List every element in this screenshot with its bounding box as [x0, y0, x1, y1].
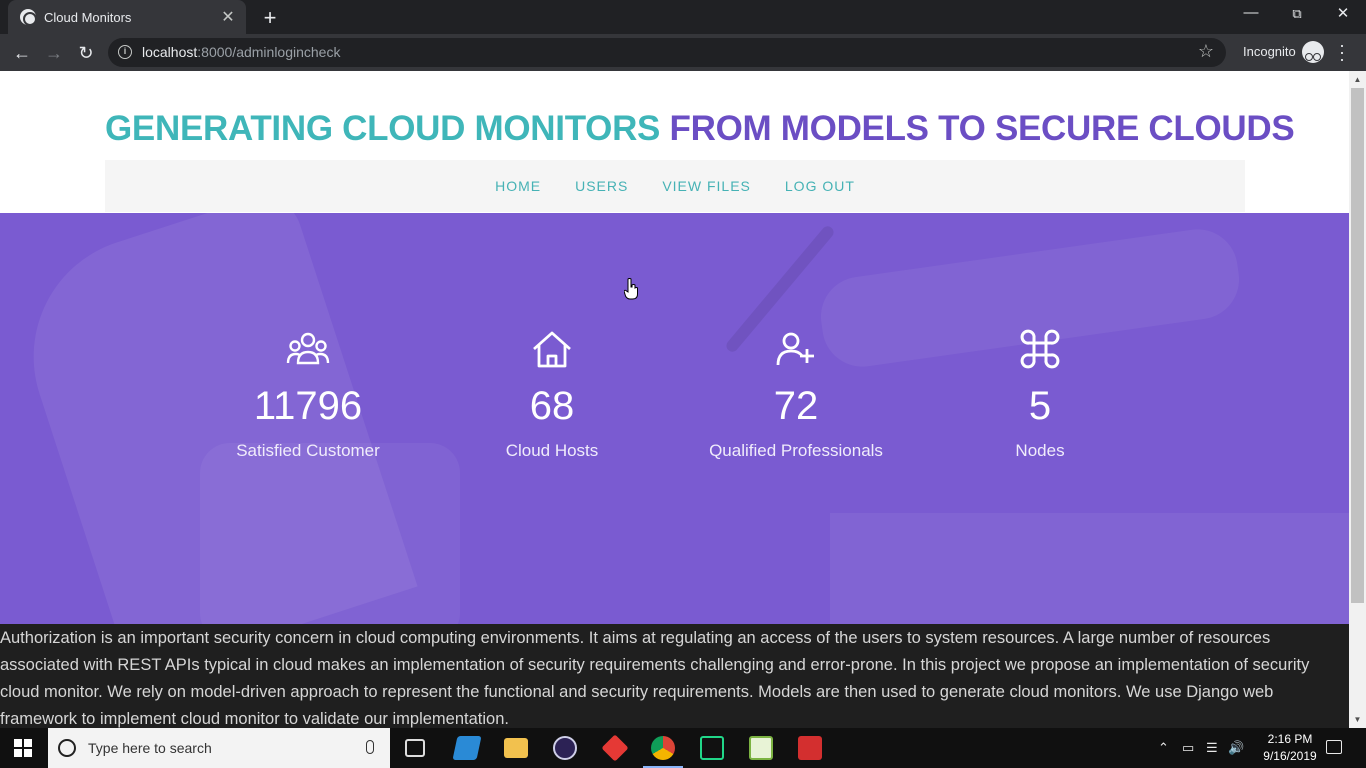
command-icon: [1020, 329, 1060, 369]
browser-tab-bar: Cloud Monitors ✕ + — ⧉ ✕: [0, 0, 1366, 34]
battery-icon[interactable]: ▭: [1182, 740, 1194, 756]
page-scrollbar[interactable]: ▲ ▼: [1349, 71, 1366, 728]
windows-start-icon[interactable]: [14, 739, 32, 757]
restore-icon[interactable]: ⧉: [1282, 6, 1312, 22]
stat-label: Nodes: [1015, 441, 1065, 460]
search-placeholder: Type here to search: [88, 740, 212, 756]
star-icon[interactable]: ☆: [1198, 41, 1214, 62]
main-nav: HOME USERS VIEW FILES LOG OUT: [105, 160, 1245, 212]
about-text: Authorization is an important security c…: [0, 629, 1310, 728]
stat-value: 5: [1028, 384, 1052, 428]
task-view-icon[interactable]: [405, 739, 425, 757]
stat-label: Cloud Hosts: [505, 441, 599, 460]
pycharm-icon[interactable]: [700, 736, 724, 760]
stat-qualified-professionals: 72 Qualified Professionals: [676, 329, 916, 461]
taskbar-search[interactable]: Type here to search: [48, 728, 390, 768]
vscode-icon[interactable]: [452, 736, 482, 760]
browser-toolbar: ← → ↻ i localhost:8000/adminlogincheck ☆…: [0, 34, 1366, 71]
forward-icon[interactable]: →: [42, 41, 66, 65]
background-photo-shape: [830, 513, 1349, 624]
stat-cloud-hosts: 68 Cloud Hosts: [432, 329, 672, 461]
git-icon[interactable]: [601, 734, 629, 762]
address-bar[interactable]: i localhost:8000/adminlogincheck ☆: [108, 38, 1226, 67]
microphone-icon[interactable]: [366, 740, 374, 754]
stat-label: Satisfied Customer: [236, 441, 380, 460]
nav-log-out[interactable]: LOG OUT: [785, 178, 855, 194]
acrobat-icon[interactable]: [798, 736, 822, 760]
incognito-label: Incognito: [1243, 44, 1296, 59]
stat-value: 72: [773, 384, 819, 428]
menu-icon[interactable]: · · ·: [1336, 36, 1348, 68]
background-photo-shape: [200, 443, 460, 624]
tab-title: Cloud Monitors: [44, 9, 132, 25]
hand-cursor-icon: [624, 278, 638, 300]
nav-home[interactable]: HOME: [495, 178, 541, 194]
info-icon[interactable]: i: [118, 45, 132, 59]
url-path: :8000/adminlogincheck: [197, 44, 341, 60]
stats-hero: 11796 Satisfied Customer 68 Cloud Hosts: [0, 213, 1349, 624]
about-section: Authorization is an important security c…: [0, 624, 1349, 728]
stat-label: Qualified Professionals: [709, 441, 883, 460]
volume-icon[interactable]: 🔊: [1228, 740, 1244, 756]
window-close-icon[interactable]: ✕: [1328, 4, 1358, 22]
close-tab-icon[interactable]: ✕: [220, 7, 236, 27]
back-icon[interactable]: ←: [10, 41, 34, 65]
stat-value: 11796: [253, 384, 363, 428]
browser-tab[interactable]: Cloud Monitors ✕: [8, 0, 246, 34]
new-tab-button[interactable]: +: [258, 5, 282, 31]
users-group-icon: [286, 332, 330, 365]
url-text[interactable]: localhost:8000/adminlogincheck: [142, 44, 340, 60]
reload-icon[interactable]: ↻: [74, 41, 98, 65]
scroll-up-icon[interactable]: ▲: [1349, 71, 1366, 88]
stat-satisfied-customer: 11796 Satisfied Customer: [188, 329, 428, 461]
tray-chevron-icon[interactable]: ⌃: [1158, 740, 1169, 756]
clock-date: 9/16/2019: [1263, 749, 1317, 763]
nav-users[interactable]: USERS: [575, 178, 628, 194]
notepad-plus-icon[interactable]: [749, 736, 773, 760]
globe-icon: [20, 9, 37, 26]
minimize-icon[interactable]: —: [1236, 4, 1266, 21]
scroll-down-icon[interactable]: ▼: [1349, 711, 1366, 728]
stat-nodes: 5 Nodes: [920, 329, 1160, 461]
nav-view-files[interactable]: VIEW FILES: [662, 178, 751, 194]
cortana-icon: [58, 739, 76, 757]
home-icon: [533, 331, 571, 368]
url-host: localhost: [142, 44, 198, 60]
notifications-icon[interactable]: [1326, 740, 1342, 754]
incognito-icon[interactable]: [1302, 41, 1324, 63]
scrollbar-thumb[interactable]: [1351, 88, 1364, 603]
site-title-part1: GENERATING CLOUD MONITORS: [105, 109, 661, 148]
add-user-icon: [776, 332, 814, 366]
clock-time: 2:16 PM: [1267, 732, 1313, 746]
wifi-icon[interactable]: ☰: [1206, 740, 1218, 756]
taskbar-clock[interactable]: 2:16 PM 9/16/2019: [1256, 731, 1324, 765]
site-title-part2: FROM MODELS TO SECURE CLOUDS: [669, 109, 1295, 148]
page-viewport: GENERATING CLOUD MONITORS FROM MODELS TO…: [0, 71, 1349, 728]
chrome-icon[interactable]: [651, 736, 675, 760]
file-explorer-icon[interactable]: [504, 738, 528, 758]
site-title: GENERATING CLOUD MONITORS FROM MODELS TO…: [105, 109, 1295, 149]
eclipse-icon[interactable]: [553, 736, 577, 760]
windows-taskbar: Type here to search ⌃ ▭ ☰ 🔊 2:16 PM 9/16…: [0, 728, 1366, 768]
stat-value: 68: [529, 384, 575, 428]
